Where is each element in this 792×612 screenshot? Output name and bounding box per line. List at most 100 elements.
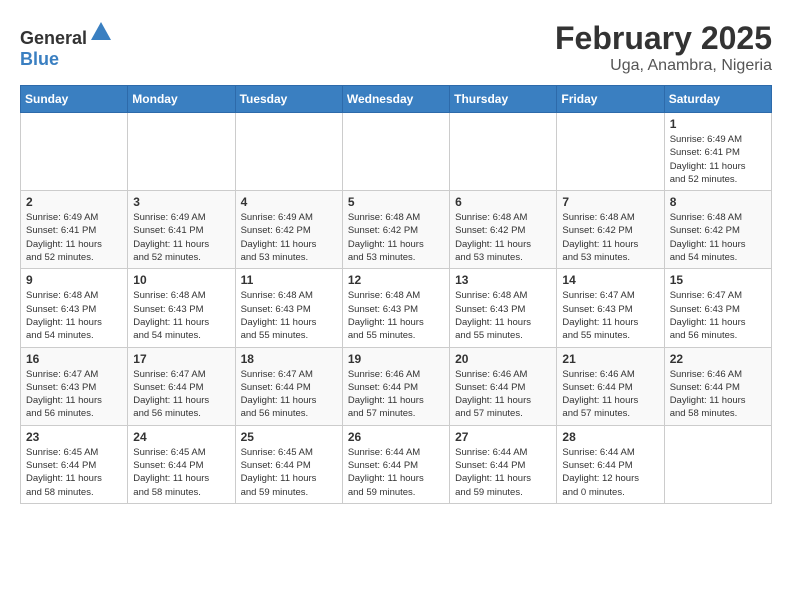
- day-number: 3: [133, 195, 229, 209]
- day-cell: 3 Sunrise: 6:49 AM Sunset: 6:41 PM Daylig…: [128, 191, 235, 269]
- day-info: Sunrise: 6:46 AM Sunset: 6:44 PM Dayligh…: [348, 368, 444, 421]
- day-cell: 13 Sunrise: 6:48 AM Sunset: 6:43 PM Dayli…: [450, 269, 557, 347]
- day-cell: 25 Sunrise: 6:45 AM Sunset: 6:44 PM Dayli…: [235, 425, 342, 503]
- day-cell: 14 Sunrise: 6:47 AM Sunset: 6:43 PM Dayli…: [557, 269, 664, 347]
- day-info: Sunrise: 6:48 AM Sunset: 6:43 PM Dayligh…: [133, 289, 229, 342]
- day-cell: 24 Sunrise: 6:45 AM Sunset: 6:44 PM Dayli…: [128, 425, 235, 503]
- header-cell-wednesday: Wednesday: [342, 86, 449, 113]
- day-cell: 15Sunrise: 6:47 AM Sunset: 6:43 PM Dayli…: [664, 269, 771, 347]
- day-info: Sunrise: 6:44 AM Sunset: 6:44 PM Dayligh…: [348, 446, 444, 499]
- day-info: Sunrise: 6:47 AM Sunset: 6:44 PM Dayligh…: [133, 368, 229, 421]
- day-number: 4: [241, 195, 337, 209]
- header-cell-sunday: Sunday: [21, 86, 128, 113]
- day-cell: 20 Sunrise: 6:46 AM Sunset: 6:44 PM Dayli…: [450, 347, 557, 425]
- day-number: 8: [670, 195, 766, 209]
- day-number: 6: [455, 195, 551, 209]
- day-number: 14: [562, 273, 658, 287]
- day-cell: [450, 113, 557, 191]
- day-number: 18: [241, 352, 337, 366]
- day-cell: 28 Sunrise: 6:44 AM Sunset: 6:44 PM Dayli…: [557, 425, 664, 503]
- day-number: 20: [455, 352, 551, 366]
- day-info: Sunrise: 6:49 AM Sunset: 6:41 PM Dayligh…: [670, 133, 766, 186]
- day-cell: 11Sunrise: 6:48 AM Sunset: 6:43 PM Dayli…: [235, 269, 342, 347]
- day-info: Sunrise: 6:48 AM Sunset: 6:42 PM Dayligh…: [348, 211, 444, 264]
- day-cell: 27 Sunrise: 6:44 AM Sunset: 6:44 PM Dayli…: [450, 425, 557, 503]
- day-info: Sunrise: 6:48 AM Sunset: 6:43 PM Dayligh…: [26, 289, 122, 342]
- day-number: 16: [26, 352, 122, 366]
- day-number: 25: [241, 430, 337, 444]
- day-number: 9: [26, 273, 122, 287]
- day-info: Sunrise: 6:47 AM Sunset: 6:44 PM Dayligh…: [241, 368, 337, 421]
- header-row: SundayMondayTuesdayWednesdayThursdayFrid…: [21, 86, 772, 113]
- day-info: Sunrise: 6:48 AM Sunset: 6:43 PM Dayligh…: [241, 289, 337, 342]
- week-row-4: 23 Sunrise: 6:45 AM Sunset: 6:44 PM Dayli…: [21, 425, 772, 503]
- day-info: Sunrise: 6:47 AM Sunset: 6:43 PM Dayligh…: [670, 289, 766, 342]
- day-cell: 23 Sunrise: 6:45 AM Sunset: 6:44 PM Dayli…: [21, 425, 128, 503]
- day-number: 5: [348, 195, 444, 209]
- day-info: Sunrise: 6:46 AM Sunset: 6:44 PM Dayligh…: [670, 368, 766, 421]
- logo-icon: [89, 20, 113, 44]
- day-info: Sunrise: 6:45 AM Sunset: 6:44 PM Dayligh…: [241, 446, 337, 499]
- calendar-table: SundayMondayTuesdayWednesdayThursdayFrid…: [20, 85, 772, 504]
- day-cell: [128, 113, 235, 191]
- location-title: Uga, Anambra, Nigeria: [555, 57, 772, 75]
- logo-general: General: [20, 28, 87, 48]
- day-info: Sunrise: 6:48 AM Sunset: 6:42 PM Dayligh…: [455, 211, 551, 264]
- day-cell: [235, 113, 342, 191]
- day-cell: 1Sunrise: 6:49 AM Sunset: 6:41 PM Daylig…: [664, 113, 771, 191]
- day-cell: 2Sunrise: 6:49 AM Sunset: 6:41 PM Daylig…: [21, 191, 128, 269]
- logo: General Blue: [20, 20, 113, 70]
- day-number: 7: [562, 195, 658, 209]
- day-cell: 26 Sunrise: 6:44 AM Sunset: 6:44 PM Dayli…: [342, 425, 449, 503]
- day-info: Sunrise: 6:44 AM Sunset: 6:44 PM Dayligh…: [562, 446, 658, 499]
- day-number: 27: [455, 430, 551, 444]
- day-info: Sunrise: 6:48 AM Sunset: 6:42 PM Dayligh…: [562, 211, 658, 264]
- header-cell-friday: Friday: [557, 86, 664, 113]
- day-number: 26: [348, 430, 444, 444]
- day-number: 24: [133, 430, 229, 444]
- day-info: Sunrise: 6:49 AM Sunset: 6:41 PM Dayligh…: [26, 211, 122, 264]
- day-info: Sunrise: 6:47 AM Sunset: 6:43 PM Dayligh…: [562, 289, 658, 342]
- day-cell: 5 Sunrise: 6:48 AM Sunset: 6:42 PM Daylig…: [342, 191, 449, 269]
- day-cell: 21Sunrise: 6:46 AM Sunset: 6:44 PM Dayli…: [557, 347, 664, 425]
- month-title: February 2025: [555, 20, 772, 57]
- day-cell: [21, 113, 128, 191]
- header-cell-tuesday: Tuesday: [235, 86, 342, 113]
- calendar-body: 1Sunrise: 6:49 AM Sunset: 6:41 PM Daylig…: [21, 113, 772, 504]
- day-cell: 6 Sunrise: 6:48 AM Sunset: 6:42 PM Daylig…: [450, 191, 557, 269]
- week-row-2: 9 Sunrise: 6:48 AM Sunset: 6:43 PM Daylig…: [21, 269, 772, 347]
- day-info: Sunrise: 6:48 AM Sunset: 6:43 PM Dayligh…: [455, 289, 551, 342]
- page-header: General Blue February 2025 Uga, Anambra,…: [20, 20, 772, 75]
- week-row-0: 1Sunrise: 6:49 AM Sunset: 6:41 PM Daylig…: [21, 113, 772, 191]
- day-number: 10: [133, 273, 229, 287]
- day-info: Sunrise: 6:45 AM Sunset: 6:44 PM Dayligh…: [26, 446, 122, 499]
- day-info: Sunrise: 6:44 AM Sunset: 6:44 PM Dayligh…: [455, 446, 551, 499]
- day-cell: 22 Sunrise: 6:46 AM Sunset: 6:44 PM Dayli…: [664, 347, 771, 425]
- week-row-3: 16 Sunrise: 6:47 AM Sunset: 6:43 PM Dayli…: [21, 347, 772, 425]
- logo-text: General Blue: [20, 20, 113, 70]
- day-info: Sunrise: 6:45 AM Sunset: 6:44 PM Dayligh…: [133, 446, 229, 499]
- day-info: Sunrise: 6:47 AM Sunset: 6:43 PM Dayligh…: [26, 368, 122, 421]
- day-info: Sunrise: 6:49 AM Sunset: 6:42 PM Dayligh…: [241, 211, 337, 264]
- day-info: Sunrise: 6:49 AM Sunset: 6:41 PM Dayligh…: [133, 211, 229, 264]
- header-cell-thursday: Thursday: [450, 86, 557, 113]
- day-number: 13: [455, 273, 551, 287]
- week-row-1: 2Sunrise: 6:49 AM Sunset: 6:41 PM Daylig…: [21, 191, 772, 269]
- header-cell-saturday: Saturday: [664, 86, 771, 113]
- day-cell: 8 Sunrise: 6:48 AM Sunset: 6:42 PM Daylig…: [664, 191, 771, 269]
- day-cell: 7 Sunrise: 6:48 AM Sunset: 6:42 PM Daylig…: [557, 191, 664, 269]
- day-number: 23: [26, 430, 122, 444]
- day-number: 17: [133, 352, 229, 366]
- day-cell: 12Sunrise: 6:48 AM Sunset: 6:43 PM Dayli…: [342, 269, 449, 347]
- day-info: Sunrise: 6:46 AM Sunset: 6:44 PM Dayligh…: [455, 368, 551, 421]
- day-cell: 17 Sunrise: 6:47 AM Sunset: 6:44 PM Dayli…: [128, 347, 235, 425]
- day-number: 28: [562, 430, 658, 444]
- header-cell-monday: Monday: [128, 86, 235, 113]
- day-info: Sunrise: 6:48 AM Sunset: 6:43 PM Dayligh…: [348, 289, 444, 342]
- day-info: Sunrise: 6:48 AM Sunset: 6:42 PM Dayligh…: [670, 211, 766, 264]
- logo-blue: Blue: [20, 49, 59, 69]
- day-cell: 9 Sunrise: 6:48 AM Sunset: 6:43 PM Daylig…: [21, 269, 128, 347]
- day-cell: 16 Sunrise: 6:47 AM Sunset: 6:43 PM Dayli…: [21, 347, 128, 425]
- day-number: 22: [670, 352, 766, 366]
- day-number: 21: [562, 352, 658, 366]
